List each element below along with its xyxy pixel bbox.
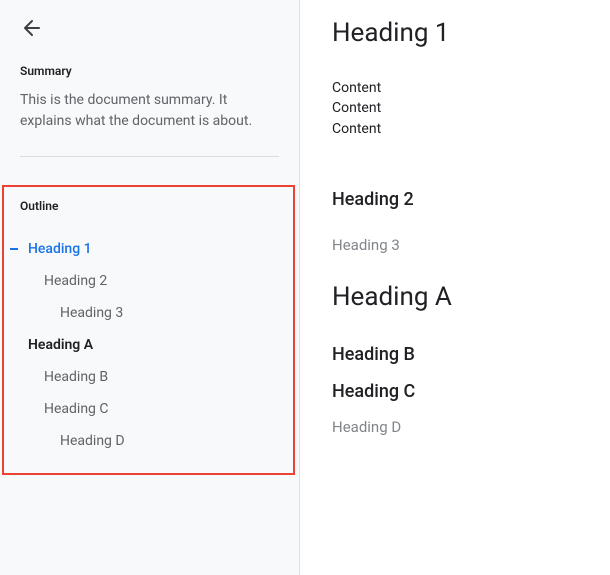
back-arrow-icon[interactable]: [20, 16, 44, 44]
outline-item-heading-d[interactable]: Heading D: [12, 425, 285, 457]
outline-section: Outline Heading 1 Heading 2 Heading 3 He…: [2, 185, 295, 475]
outline-item-heading-2[interactable]: Heading 2: [12, 265, 285, 297]
outline-item-heading-a[interactable]: Heading A: [12, 329, 285, 361]
sidebar: Summary This is the document summary. It…: [0, 0, 300, 575]
summary-label: Summary: [20, 64, 279, 78]
outline-item-heading-c[interactable]: Heading C: [12, 393, 285, 425]
doc-heading-c: Heading C: [332, 381, 590, 402]
outline-label: Outline: [20, 199, 285, 213]
outline-item-heading-1[interactable]: Heading 1: [12, 233, 285, 265]
summary-text: This is the document summary. It explain…: [20, 90, 279, 132]
document-content: Heading 1 Content Content Content Headin…: [300, 0, 610, 575]
doc-heading-1: Heading 1: [332, 18, 590, 48]
doc-heading-3: Heading 3: [332, 236, 590, 254]
doc-heading-b: Heading B: [332, 344, 590, 365]
doc-heading-d: Heading D: [332, 418, 590, 436]
outline-item-heading-3[interactable]: Heading 3: [12, 297, 285, 329]
doc-heading-2: Heading 2: [332, 189, 590, 210]
outline-item-heading-b[interactable]: Heading B: [12, 361, 285, 393]
divider: [20, 156, 279, 157]
doc-content-text: Content Content Content: [332, 78, 590, 139]
doc-heading-a: Heading A: [332, 282, 590, 312]
